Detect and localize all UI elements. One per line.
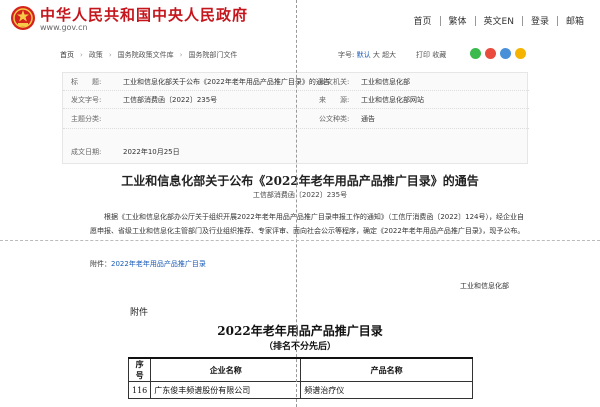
nav-traditional[interactable]: 繁体 [441, 14, 475, 27]
nav-english[interactable]: 英文EN [476, 14, 522, 27]
date-value: 2022年10月25日 [123, 148, 180, 156]
docno-value: 工信部消费函〔2022〕235号 [123, 96, 218, 104]
document-info-box: 标 题: 工业和信息化部关于公布《2022年老年用品产品推广目录》的通告 发文机… [62, 72, 529, 164]
topic-label: 主题分类: [71, 115, 102, 123]
breadcrumb: 首页 › 政策 › 国务院政策文件库 › 国务院部门文件 字号: 默认 大 超大 打印 收藏 [60, 48, 530, 66]
site-header: 中华人民共和国中央人民政府 www.gov.cn 首页 繁体 英文EN 登录 邮… [0, 0, 600, 38]
article-docno: 工信部消费函〔2022〕235号 [252, 191, 348, 199]
breadcrumb-dept-docs[interactable]: 国务院部门文件 [188, 51, 237, 59]
annex-title: 2022年老年用品产品推广目录 [217, 324, 383, 338]
nav-home[interactable]: 首页 [406, 14, 440, 27]
national-emblem-icon[interactable] [10, 4, 36, 32]
nav-mailbox[interactable]: 邮箱 [558, 14, 592, 27]
breadcrumb-separator-icon: › [108, 51, 112, 59]
favorite-link[interactable]: 收藏 [432, 51, 446, 59]
font-size-control: 字号: 默认 大 超大 [338, 50, 396, 60]
qzone-share-icon[interactable] [500, 48, 511, 59]
doc-type-value: 通告 [361, 115, 375, 123]
breadcrumb-separator-icon: › [179, 51, 183, 59]
top-nav: 首页 繁体 英文EN 登录 邮箱 [406, 14, 592, 27]
article-body: 根据《工业和信息化部办公厅关于组织开展2022年老年用品产品推广目录申报工作的通… [90, 213, 525, 235]
weibo-share-icon[interactable] [485, 48, 496, 59]
print-link[interactable]: 打印 [416, 51, 430, 59]
issuer-value: 工业和信息化部 [361, 78, 410, 86]
product-list-table: 序号 企业名称 产品名称 116 广东俊丰频谱股份有限公司 频谱治疗仪 [127, 357, 473, 399]
column-header-product: 产品名称 [300, 357, 473, 382]
source-value: 工业和信息化部网站 [361, 96, 424, 104]
font-size-large[interactable]: 大 [373, 51, 380, 59]
title-value: 工业和信息化部关于公布《2022年老年用品产品推广目录》的通告 [123, 78, 330, 86]
share-icons [470, 48, 526, 59]
date-label: 成文日期: [71, 148, 102, 156]
attachment-line: 附件：2022年老年用品产品推广目录 [90, 259, 206, 269]
font-size-default[interactable]: 默认 [357, 51, 371, 59]
nav-login[interactable]: 登录 [523, 14, 557, 27]
attachment-label: 附件： [90, 260, 111, 268]
table-row: 116 广东俊丰频谱股份有限公司 频谱治疗仪 [127, 381, 473, 399]
annex-label: 附件 [130, 308, 149, 318]
breadcrumb-policy-library[interactable]: 国务院政策文件库 [118, 51, 174, 59]
signer: 工业和信息化部 [460, 282, 509, 290]
page-actions: 打印 收藏 [416, 50, 446, 60]
font-size-xlarge[interactable]: 超大 [382, 51, 396, 59]
attachment-link[interactable]: 2022年老年用品产品推广目录 [111, 260, 206, 268]
site-url: www.gov.cn [40, 23, 88, 32]
docno-label: 发文字号: [71, 96, 102, 104]
wechat-share-icon[interactable] [470, 48, 481, 59]
table-header-row: 序号 企业名称 产品名称 [127, 357, 473, 382]
annex-subtitle: （排名不分先后） [263, 342, 336, 352]
column-header-index: 序号 [127, 357, 152, 382]
title-label: 标 题: [71, 78, 102, 86]
breadcrumb-policy[interactable]: 政策 [89, 51, 103, 59]
breadcrumb-separator-icon: › [80, 51, 83, 59]
article-title: 工业和信息化部关于公布《2022年老年用品产品推广目录》的通告 [121, 174, 479, 188]
guide-line-vertical [296, 0, 297, 407]
column-header-company: 企业名称 [150, 357, 302, 382]
guide-line-horizontal [0, 240, 600, 241]
row-company: 广东俊丰频谱股份有限公司 [150, 381, 302, 399]
row-product: 频谱治疗仪 [300, 381, 473, 399]
font-size-label: 字号: [338, 51, 355, 59]
site-title[interactable]: 中华人民共和国中央人民政府 [40, 4, 248, 25]
more-share-icon[interactable] [515, 48, 526, 59]
row-index: 116 [127, 381, 152, 399]
breadcrumb-home[interactable]: 首页 [60, 51, 74, 59]
